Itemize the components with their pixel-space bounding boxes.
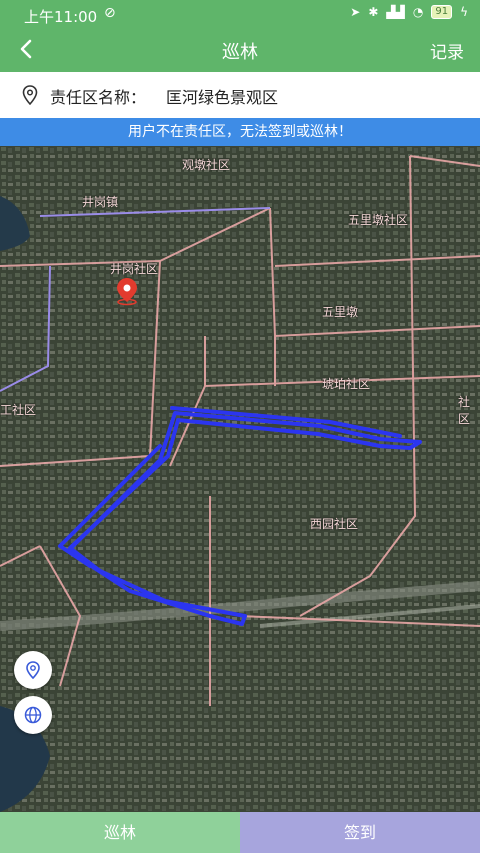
signal-icon: ▟▟	[386, 5, 405, 19]
area-bar: 责任区名称： 匡河绿色景观区	[0, 72, 480, 118]
bluetooth-icon: ✱	[368, 5, 379, 19]
warning-banner: 用户不在责任区，无法签到或巡林！	[0, 118, 480, 146]
location-icon: ➤	[350, 5, 361, 19]
status-bar: 上午11:00 ⊘ ➤ ✱ ▟▟ ◔ 91 ϟ	[0, 0, 480, 30]
map-label: 井岗镇	[82, 195, 119, 209]
map-label: 琥珀社区	[322, 377, 371, 391]
area-label: 责任区名称：	[50, 88, 147, 107]
dnd-icon: ⊘	[104, 5, 116, 21]
map-label: 工社区	[0, 403, 37, 417]
locate-button[interactable]	[14, 651, 52, 689]
record-button[interactable]: 记录	[430, 38, 464, 63]
satellite-map[interactable]: 观墩社区 井岗镇 五里墩社区 井岗社区 五里墩 琥珀社区 西园社区 工社区 社区	[0, 146, 480, 812]
map-canvas	[0, 146, 480, 812]
map-label: 五里墩	[322, 305, 359, 319]
patrol-button[interactable]: 巡林	[0, 812, 240, 853]
battery-icon: 91	[431, 5, 453, 19]
location-pin-icon	[26, 661, 40, 680]
signin-button[interactable]: 签到	[240, 812, 480, 853]
title-bar: 巡林 记录	[0, 30, 480, 72]
map-label: 西园社区	[310, 517, 359, 531]
user-location-marker	[117, 278, 137, 306]
location-pin-icon	[22, 85, 38, 105]
map-label: 五里墩社区	[348, 213, 409, 227]
globe-icon	[24, 706, 42, 724]
map-label: 井岗社区	[110, 262, 159, 276]
map-label: 观墩社区	[182, 158, 231, 172]
area-name: 匡河绿色景观区	[166, 88, 279, 107]
charging-icon: ϟ	[460, 5, 468, 19]
status-icons: ➤ ✱ ▟▟ ◔ 91 ϟ	[350, 5, 468, 19]
map-label: 社区	[458, 395, 471, 426]
page-title: 巡林	[222, 42, 258, 63]
wifi-icon: ◔	[412, 5, 424, 19]
status-time: 上午11:00	[24, 8, 98, 26]
map-layer-button[interactable]	[14, 696, 52, 734]
bottom-actions: 巡林 签到	[0, 812, 480, 853]
